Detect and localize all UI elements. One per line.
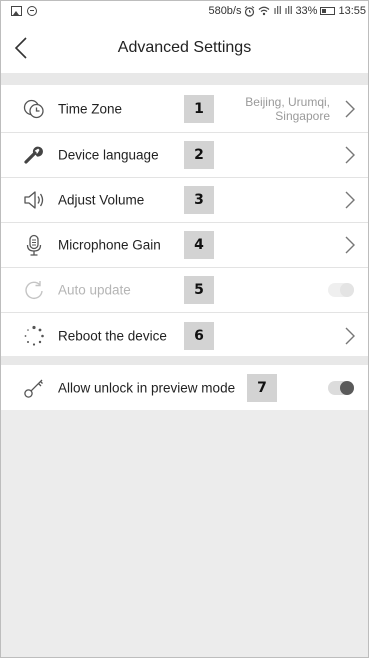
section-divider [1,356,368,365]
setting-row-auto-update: Auto update 5 [1,268,368,313]
status-right: 580b/s ıll ıll 33% 13:55 [208,5,366,17]
setting-row-microphone-gain[interactable]: Microphone Gain 4 [1,223,368,268]
microphone-icon [26,234,42,256]
reboot-icon [24,325,44,346]
setting-label: Device language [58,147,159,163]
section-divider [1,73,368,85]
empty-area [1,410,368,657]
battery-icon [320,7,336,15]
battery-percent: 33% [295,5,318,17]
auto-update-toggle [328,283,354,297]
speaker-icon [24,191,44,209]
chevron-right-icon [345,191,355,209]
setting-value: Beijing, Urumqi, Singapore [245,95,330,123]
app-frame: 580b/s ıll ıll 33% 13:55 Advanced Settin… [0,0,369,658]
callout-number: 3 [184,186,214,214]
setting-row-adjust-volume[interactable]: Adjust Volume 3 [1,178,368,223]
setting-row-time-zone[interactable]: Time Zone 1 Beijing, Urumqi, Singapore [1,85,368,133]
alarm-icon [245,5,255,17]
callout-number: 6 [184,321,214,350]
callout-number: 2 [184,141,214,169]
network-speed: 580b/s [208,5,242,17]
status-bar: 580b/s ıll ıll 33% 13:55 [1,1,368,23]
wifi-icon [259,6,270,16]
setting-label: Allow unlock in preview mode [58,380,236,395]
chevron-right-icon [345,100,355,117]
key-icon [24,379,43,398]
callout-number: 4 [184,231,214,259]
settings-list: Time Zone 1 Beijing, Urumqi, Singapore D… [1,85,368,358]
setting-label: Time Zone [58,101,123,116]
setting-label: Auto update [58,282,131,298]
callout-number: 5 [184,276,214,304]
image-notification-icon [11,6,22,16]
signal-bars: ıll ıll [273,5,293,17]
setting-row-device-language[interactable]: Device language 2 [1,133,368,178]
time-zone-value-line2: Singapore [275,108,330,123]
setting-label: Reboot the device [58,328,167,343]
chevron-right-icon [345,146,355,164]
callout-number: 1 [184,94,214,123]
clock-time: 13:55 [338,5,366,17]
setting-row-preview-unlock: Allow unlock in preview mode 7 [1,365,368,410]
chevron-right-icon [345,236,355,254]
header: Advanced Settings [1,23,368,73]
callout-number: 7 [247,373,277,402]
setting-label: Microphone Gain [58,237,161,253]
page-title: Advanced Settings [117,39,252,56]
status-left [11,6,37,16]
refresh-icon [25,281,43,300]
setting-row-reboot[interactable]: Reboot the device 6 [1,313,368,358]
time-zone-value-line1: Beijing, Urumqi, [245,94,330,109]
preview-unlock-toggle[interactable] [328,380,354,395]
wrench-icon [24,146,43,164]
setting-label: Adjust Volume [58,192,145,208]
clock-icon [23,99,44,118]
do-not-disturb-icon [27,6,37,16]
toggle-knob [340,283,354,297]
chevron-right-icon [345,327,355,344]
toggle-knob [340,380,354,395]
